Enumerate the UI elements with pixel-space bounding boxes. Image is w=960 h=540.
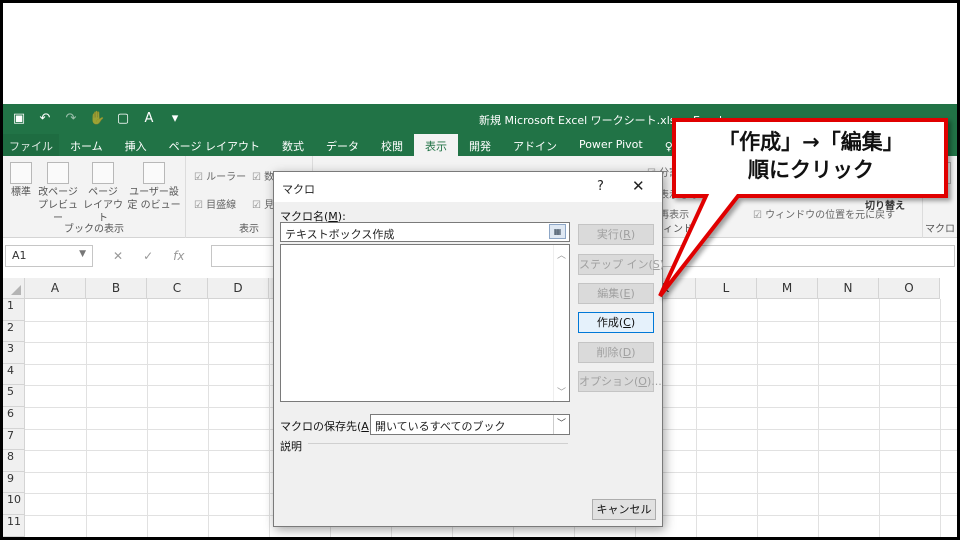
row-header[interactable]: 1 (3, 299, 25, 321)
options-button[interactable]: オプション(O)... (578, 371, 662, 392)
column-header[interactable]: N (818, 278, 879, 299)
dialog-title-bar: マクロ ? ✕ (274, 172, 662, 202)
normal-view-button[interactable]: 標準 (7, 162, 35, 199)
dialog-title: マクロ (282, 183, 315, 196)
column-header[interactable]: D (208, 278, 269, 299)
touch-mode-icon[interactable]: ✋ (89, 111, 105, 126)
create-button[interactable]: 作成(C) (578, 312, 654, 333)
save-icon[interactable]: ▣ (11, 111, 27, 126)
collapse-dialog-icon[interactable]: ▦ (549, 224, 566, 239)
undo-icon[interactable]: ↶ (37, 111, 53, 126)
print-preview-icon[interactable]: ▢ (115, 111, 131, 126)
tab-formulas[interactable]: 数式 (271, 134, 315, 156)
macro-name-input[interactable]: テキストボックス作成 (280, 222, 570, 242)
grid-column-line (208, 299, 209, 537)
window-title: 新規 Microsoft Excel ワークシート.xlsx - Excel (479, 114, 723, 127)
row-header[interactable]: 9 (3, 471, 25, 494)
callout-line-2: 順にクリック (748, 158, 874, 182)
grid-column-line (147, 299, 148, 537)
tab-review[interactable]: 校閲 (370, 134, 414, 156)
row-header[interactable]: 3 (3, 342, 25, 364)
page-break-preview-button[interactable]: 改ページ プレビュー (37, 162, 79, 225)
custom-views-icon (143, 162, 165, 184)
row-header[interactable]: 11 (3, 515, 25, 537)
page-break-icon (47, 162, 69, 184)
normal-view-icon (10, 162, 32, 184)
edit-button[interactable]: 編集(E) (578, 283, 654, 304)
tab-view[interactable]: 表示 (413, 134, 458, 156)
grid-column-line (757, 299, 758, 537)
grid-column-line (696, 299, 697, 537)
row-header[interactable]: 2 (3, 320, 25, 343)
slide-frame: ▣ ↶ ↷ ✋ ▢ A ▾ 新規 Microsoft Excel ワークシート.… (3, 3, 957, 537)
window-group-label: ウィンドウ (653, 224, 703, 235)
tab-data[interactable]: データ (315, 134, 370, 156)
chevron-down-icon: ﹀ (553, 415, 569, 434)
close-icon[interactable]: ✕ (632, 177, 645, 195)
tab-developer[interactable]: 開発 (458, 134, 502, 156)
views-group-label: ブックの表示 (64, 224, 124, 235)
text-box-icon[interactable]: A (141, 111, 157, 126)
scroll-down-icon[interactable]: ﹀ (557, 385, 566, 398)
tab-power-pivot[interactable]: Power Pivot (568, 134, 654, 156)
tab-insert[interactable]: 挿入 (114, 134, 158, 156)
macro-group-label: マクロ (925, 224, 955, 235)
tab-home[interactable]: ホーム (59, 134, 114, 156)
cancel-button[interactable]: キャンセル (592, 499, 656, 520)
quick-access-toolbar: ▣ ↶ ↷ ✋ ▢ A ▾ (11, 111, 183, 126)
enter-icon[interactable]: ✓ (143, 249, 153, 263)
macros-in-select[interactable]: 開いているすべてのブック ﹀ (370, 414, 570, 435)
name-box[interactable]: A1 ▼ (5, 245, 93, 267)
macro-list[interactable]: ︿ ﹀ (280, 244, 570, 402)
grid-column-line (86, 299, 87, 537)
callout-text: 「作成」→「編集」 順にクリック (680, 128, 942, 184)
column-header[interactable]: L (696, 278, 757, 299)
customize-qat-icon[interactable]: ▾ (167, 111, 183, 126)
column-header[interactable]: M (757, 278, 818, 299)
run-button[interactable]: 実行(R) (578, 224, 654, 245)
column-header[interactable]: A (25, 278, 86, 299)
store-macro-label: マクロの保存先(A): (280, 420, 377, 433)
row-header[interactable]: 10 (3, 493, 25, 515)
column-header[interactable]: B (86, 278, 147, 299)
row-header[interactable]: 8 (3, 450, 25, 472)
chevron-down-icon: ▼ (79, 249, 86, 259)
row-header[interactable]: 4 (3, 363, 25, 386)
formula-buttons: ✕ ✓ fx (113, 249, 184, 263)
grid-column-line (940, 299, 941, 537)
row-header[interactable]: 7 (3, 428, 25, 451)
tab-addins[interactable]: アドイン (502, 134, 568, 156)
redo-icon[interactable]: ↷ (63, 111, 79, 126)
select-all-button[interactable] (3, 278, 25, 299)
column-header[interactable]: C (147, 278, 208, 299)
row-header[interactable]: 6 (3, 407, 25, 429)
column-header[interactable]: O (879, 278, 940, 299)
callout-line-1: 「作成」→「編集」 (718, 130, 904, 154)
switch-windows-button[interactable]: 切り替え (855, 200, 915, 213)
grid-column-line (269, 299, 270, 537)
tab-file[interactable]: ファイル (3, 134, 59, 156)
description-label: 説明 (280, 440, 302, 453)
grid-column-line (818, 299, 819, 537)
macro-dialog: マクロ ? ✕ マクロ名(M): テキストボックス作成 ▦ ︿ ﹀ 実行(R) … (273, 171, 664, 527)
gridlines-checkbox[interactable]: 目盛線 (194, 196, 236, 211)
tab-page-layout[interactable]: ページ レイアウト (158, 134, 271, 156)
grid-column-line (879, 299, 880, 537)
delete-button[interactable]: 削除(D) (578, 342, 654, 363)
cancel-icon[interactable]: ✕ (113, 249, 123, 263)
description-divider (308, 443, 568, 444)
page-layout-icon (92, 162, 114, 184)
ruler-checkbox[interactable]: ルーラー (194, 168, 246, 183)
custom-views-button[interactable]: ユーザー設定 のビュー (125, 162, 183, 212)
workbook-views-group: 標準 改ページ プレビュー ページ レイアウト ユーザー設定 のビュー ブックの… (3, 156, 186, 238)
page-layout-view-button[interactable]: ページ レイアウト (83, 162, 123, 225)
scroll-up-icon[interactable]: ︿ (557, 248, 566, 261)
row-header[interactable]: 5 (3, 385, 25, 407)
insert-function-icon[interactable]: fx (173, 249, 184, 263)
step-in-button[interactable]: ステップ イン(S) (578, 254, 664, 275)
macro-list-scrollbar[interactable]: ︿ ﹀ (553, 245, 569, 401)
help-icon[interactable]: ? (597, 179, 604, 194)
